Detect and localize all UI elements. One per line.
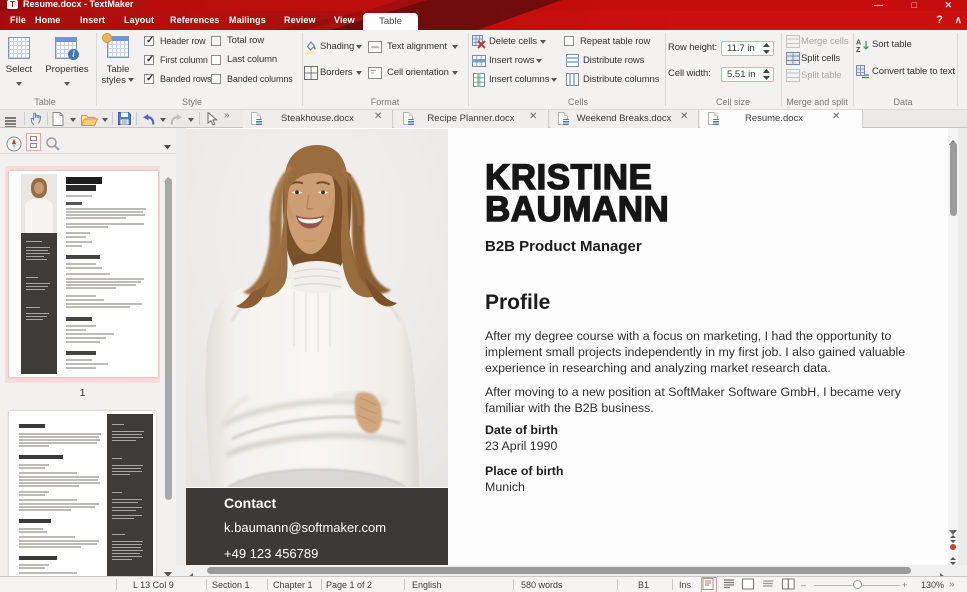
svg-text:A: A <box>856 40 861 47</box>
svg-text:Z: Z <box>856 47 861 52</box>
